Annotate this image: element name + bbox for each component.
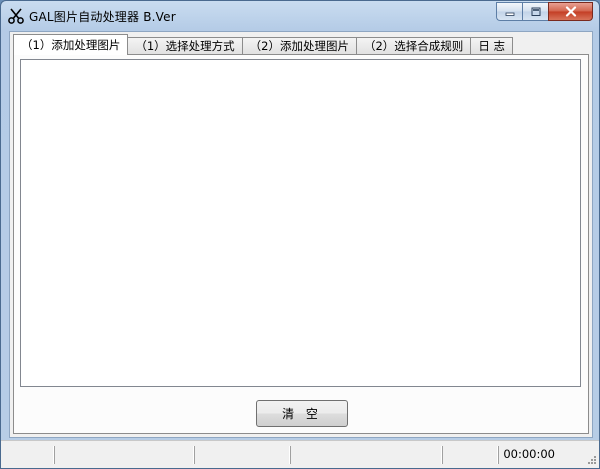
image-list-box[interactable] (20, 59, 581, 387)
resize-grip-icon[interactable] (585, 455, 597, 467)
minimize-button[interactable] (496, 2, 522, 21)
clear-button[interactable]: 清 空 (256, 400, 348, 427)
status-divider (53, 446, 55, 464)
close-button[interactable] (548, 2, 593, 21)
status-bar: 00:00:00 (1, 440, 599, 468)
status-divider (193, 446, 195, 464)
title-bar[interactable]: GAL图片自动处理器 B.Ver (1, 1, 599, 31)
tab-add-images-2[interactable]: （2）添加处理图片 (241, 37, 357, 55)
window-controls (496, 2, 593, 21)
maximize-button[interactable] (522, 2, 548, 21)
maximize-icon (531, 7, 540, 16)
status-divider (289, 446, 291, 464)
tab-add-images-1[interactable]: （1）添加处理图片 (13, 34, 129, 55)
status-timer: 00:00:00 (503, 447, 555, 461)
minimize-icon (505, 12, 514, 16)
tab-panel: 清 空 (13, 54, 589, 434)
main-area: （1）添加处理图片 （1）选择处理方式 （2）添加处理图片 （2）选择合成规则 … (9, 31, 593, 438)
close-icon (565, 6, 576, 17)
status-divider (497, 446, 499, 464)
scissors-icon (8, 8, 24, 24)
app-window: GAL图片自动处理器 B.Ver （1）添加处理图片 （1）选择处理方式 （2）… (0, 0, 600, 469)
tab-compose-rules[interactable]: （2）选择合成规则 (355, 37, 472, 55)
tab-select-method[interactable]: （1）选择处理方式 (127, 37, 243, 55)
status-divider (441, 446, 443, 464)
window-title: GAL图片自动处理器 B.Ver (29, 10, 176, 24)
tab-strip: （1）添加处理图片 （1）选择处理方式 （2）添加处理图片 （2）选择合成规则 … (13, 34, 513, 55)
tab-log[interactable]: 日 志 (470, 37, 513, 55)
